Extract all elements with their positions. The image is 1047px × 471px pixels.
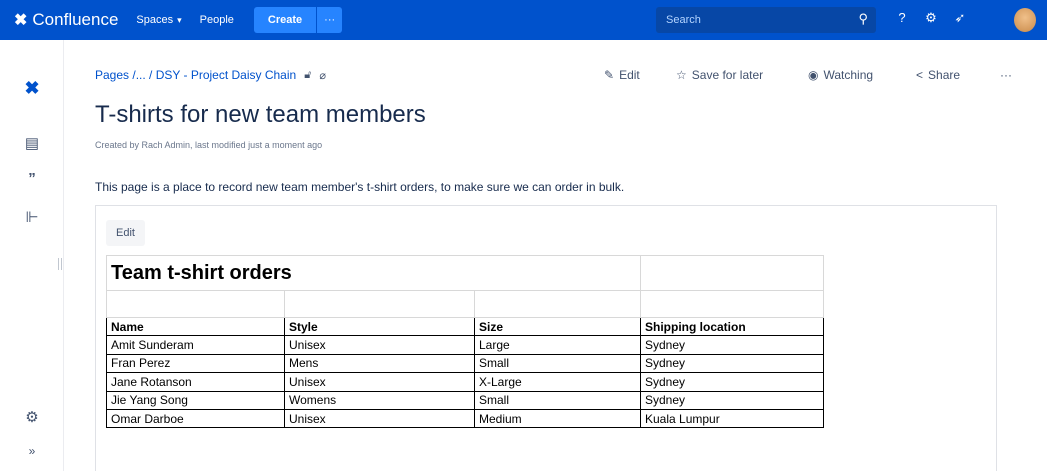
spaces-menu[interactable]: Spaces ▾ — [136, 14, 181, 26]
table-row: Amit Sunderam Unisex Large Sydney — [106, 335, 824, 355]
table-cell: Sydney — [640, 390, 824, 410]
table-cell: Kuala Lumpur — [640, 408, 824, 429]
share-action[interactable]: < Share — [916, 68, 960, 82]
people-link[interactable]: People — [200, 14, 234, 26]
product-name: Confluence — [32, 10, 119, 29]
table-cell: Amit Sunderam — [106, 335, 285, 355]
table-row: Fran Perez Mens Small Sydney — [106, 353, 824, 374]
more-actions-button[interactable]: ··· — [1000, 68, 1012, 82]
table-title: Team t-shirt orders — [106, 255, 641, 291]
table-cell: Unisex — [284, 335, 475, 355]
space-sidebar: ✖ ▤ ” ⊩ ⚙ » — [0, 40, 64, 471]
share-label: Share — [928, 68, 961, 82]
column-header: Name — [106, 316, 285, 337]
table-cell: Fran Perez — [106, 353, 285, 374]
settings-icon[interactable]: ⚙ — [922, 10, 940, 26]
search-icon[interactable]: ⚲ — [858, 11, 868, 27]
table-header-row: Name Style Size Shipping location — [106, 316, 824, 337]
table-cell — [106, 290, 285, 318]
table-title-row: Team t-shirt orders — [106, 255, 824, 291]
table-cell: Jane Rotanson — [106, 372, 285, 392]
search-input[interactable]: Search ⚲ — [656, 7, 876, 33]
star-icon: ☆ — [676, 68, 687, 82]
table-row: Jane Rotanson Unisex X-Large Sydney — [106, 372, 824, 392]
expand-sidebar-icon[interactable]: » — [22, 444, 42, 458]
embedded-spreadsheet: Edit Team t-shirt orders Name Style Size… — [95, 205, 997, 471]
table-cell: Mens — [284, 353, 475, 374]
blog-quote-icon[interactable]: ” — [22, 170, 42, 187]
search-placeholder: Search — [666, 14, 701, 26]
page-byline: Created by Rach Admin, last modified jus… — [95, 140, 323, 150]
edit-action[interactable]: ✎ Edit — [604, 68, 640, 82]
table-cell: Jie Yang Song — [106, 390, 285, 410]
eye-icon: ◉ — [808, 68, 819, 82]
page-intro: This page is a place to record new team … — [95, 180, 625, 194]
space-logo-icon[interactable]: ✖ — [22, 78, 42, 99]
column-header: Size — [474, 316, 641, 337]
notifications-icon[interactable]: ➶ — [951, 10, 969, 26]
confluence-logo[interactable]: ✖ Confluence — [14, 10, 118, 30]
create-more-button[interactable]: ··· — [316, 7, 343, 33]
table-cell: X-Large — [474, 372, 641, 392]
table-cell: Sydney — [640, 335, 824, 355]
pencil-icon: ✎ — [604, 68, 615, 82]
table-cell: Small — [474, 390, 641, 410]
table-cell — [640, 255, 824, 291]
table-cell: Sydney — [640, 353, 824, 374]
watching-label: Watching — [823, 68, 874, 82]
table-cell: Small — [474, 353, 641, 374]
table-cell — [284, 290, 475, 318]
edit-action-label: Edit — [619, 68, 640, 82]
table-row: Omar Darboe Unisex Medium Kuala Lumpur — [106, 408, 824, 429]
column-header: Shipping location — [640, 316, 824, 337]
space-settings-icon[interactable]: ⚙ — [22, 408, 42, 426]
pages-icon[interactable]: ▤ — [22, 134, 42, 152]
breadcrumb: Pages /... / DSY - Project Daisy Chain 🔓… — [95, 68, 326, 82]
table-cell: Large — [474, 335, 641, 355]
table-row — [106, 290, 824, 318]
table-cell: Medium — [474, 408, 641, 429]
table-cell: Sydney — [640, 372, 824, 392]
attachment-icon[interactable]: ⌀ — [319, 69, 326, 82]
tshirt-orders-table: Team t-shirt orders Name Style Size Ship… — [106, 255, 824, 429]
table-cell — [640, 290, 824, 318]
save-for-later-label: Save for later — [691, 68, 764, 82]
create-button[interactable]: Create — [253, 7, 317, 33]
avatar[interactable] — [1014, 8, 1036, 32]
restrictions-icon[interactable]: 🔓︎ — [304, 69, 311, 82]
chevron-down-icon: ▾ — [177, 14, 182, 25]
breadcrumb-links[interactable]: Pages /... / DSY - Project Daisy Chain — [95, 68, 296, 82]
watching-action[interactable]: ◉ Watching — [808, 68, 873, 82]
table-row: Jie Yang Song Womens Small Sydney — [106, 390, 824, 410]
share-icon: < — [916, 68, 924, 82]
top-navigation: ✖ Confluence Spaces ▾ People Create ··· … — [0, 0, 1047, 40]
table-cell: Unisex — [284, 372, 475, 392]
confluence-icon: ✖ — [14, 12, 28, 29]
spreadsheet-edit-button[interactable]: Edit — [106, 220, 145, 246]
spaces-label: Spaces — [136, 14, 174, 26]
table-cell: Unisex — [284, 408, 475, 429]
table-cell — [474, 290, 641, 318]
page-tree-icon[interactable]: ⊩ — [22, 208, 42, 226]
column-header: Style — [284, 316, 475, 337]
save-for-later-action[interactable]: ☆ Save for later — [676, 68, 763, 82]
table-cell: Omar Darboe — [106, 408, 285, 429]
table-cell: Womens — [284, 390, 475, 410]
help-icon[interactable]: ? — [893, 10, 911, 25]
sidebar-resize-handle[interactable] — [58, 258, 62, 270]
page-title: T-shirts for new team members — [95, 101, 426, 128]
